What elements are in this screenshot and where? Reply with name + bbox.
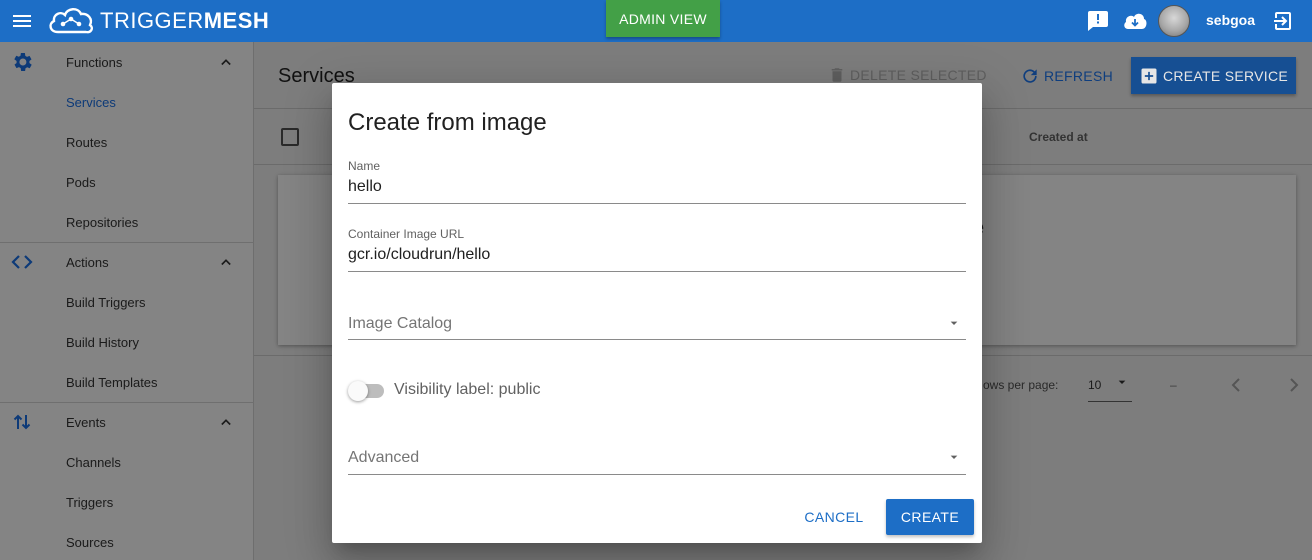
sidebar-item-build-history[interactable]: Build History (0, 322, 254, 362)
cloud-download-icon[interactable] (1122, 9, 1148, 33)
create-service-label: CREATE SERVICE (1162, 67, 1289, 84)
pagination-range: – (1170, 378, 1177, 392)
logo-text-bold: MESH (203, 8, 270, 33)
cloud-logo-icon (49, 8, 94, 34)
chevron-up-icon[interactable] (216, 412, 236, 432)
swap-vert-icon (13, 414, 31, 430)
code-icon (11, 255, 33, 269)
admin-view-button[interactable]: ADMIN VIEW (606, 0, 720, 37)
visibility-toggle[interactable] (348, 379, 386, 403)
gear-icon (14, 53, 32, 71)
rows-per-page-select[interactable]: 10 (1088, 372, 1132, 402)
logo-text: TRIGGERMESH (100, 8, 269, 34)
caret-down-icon (950, 321, 958, 325)
add-box-icon (1141, 68, 1157, 83)
advanced-select[interactable]: Advanced (348, 440, 966, 475)
trash-icon (831, 68, 843, 82)
sidebar-item-triggers[interactable]: Triggers (0, 482, 254, 522)
image-catalog-placeholder: Image Catalog (348, 315, 453, 332)
app-bar: TRIGGERMESH ADMIN VIEW sebgoa (0, 0, 1312, 42)
delete-selected-button[interactable]: DELETE SELECTED (828, 66, 987, 84)
toggle-thumb (348, 381, 368, 401)
app-logo[interactable]: TRIGGERMESH (46, 4, 269, 38)
menu-icon[interactable] (10, 9, 34, 33)
sidebar-item-label: Build Templates (66, 374, 158, 390)
sidebar-section-label: Functions (66, 54, 123, 70)
feedback-icon[interactable] (1086, 9, 1110, 33)
rows-per-page-value: 10 (1088, 378, 1102, 392)
sidebar-item-label: Build Triggers (66, 294, 146, 310)
name-field-label: Name (348, 159, 381, 173)
create-from-image-dialog: Create from image Name hello Container I… (332, 83, 982, 543)
sidebar-section-label: Actions (66, 254, 109, 270)
avatar[interactable] (1158, 5, 1190, 37)
sidebar-item-label: Triggers (66, 494, 114, 510)
select-all-checkbox[interactable] (281, 128, 299, 146)
caret-down-icon (950, 455, 958, 459)
sidebar-section-functions[interactable]: Functions (0, 42, 254, 82)
dialog-title: Create from image (348, 109, 547, 136)
sidebar-item-label: Routes (66, 134, 108, 150)
chevron-right-icon[interactable] (1282, 373, 1306, 397)
chevron-left-icon[interactable] (1224, 373, 1248, 397)
cancel-button[interactable]: CANCEL (798, 499, 870, 535)
sidebar-item-label: Repositories (66, 214, 139, 230)
sidebar-item-sources[interactable]: Sources (0, 522, 254, 560)
sidebar-section-events[interactable]: Events (0, 402, 254, 442)
container-image-url-field[interactable]: Container Image URL gcr.io/cloudrun/hell… (348, 227, 966, 272)
chevron-up-icon[interactable] (216, 252, 236, 272)
refresh-icon (1023, 69, 1037, 83)
advanced-underline (348, 474, 966, 475)
refresh-label: REFRESH (1044, 68, 1113, 84)
username: sebgoa (1206, 12, 1256, 28)
sidebar-section-label: Events (66, 414, 106, 430)
image-catalog-underline (348, 339, 966, 340)
image-url-field-value[interactable]: gcr.io/cloudrun/hello (348, 246, 490, 264)
sidebar-item-label: Channels (66, 454, 121, 470)
logo-text-light: TRIGGER (100, 8, 204, 33)
name-field-underline (348, 203, 966, 204)
sidebar-item-routes[interactable]: Routes (0, 122, 254, 162)
visibility-label: Visibility label: public (394, 381, 541, 398)
image-url-field-underline (348, 271, 966, 272)
sidebar-item-label: Pods (66, 174, 96, 190)
sidebar: Functions Services Routes Pods Repositor… (0, 42, 254, 560)
name-field-value[interactable]: hello (348, 178, 382, 196)
refresh-button[interactable]: REFRESH (1020, 66, 1113, 86)
sidebar-item-label: Services (66, 94, 116, 110)
sidebar-section-actions[interactable]: Actions (0, 242, 254, 282)
delete-selected-label: DELETE SELECTED (850, 67, 987, 83)
chevron-up-icon[interactable] (216, 52, 236, 72)
sidebar-item-services[interactable]: Services (0, 82, 254, 122)
image-catalog-select[interactable]: Image Catalog (348, 305, 966, 340)
caret-down-icon (1118, 380, 1126, 384)
sidebar-item-build-templates[interactable]: Build Templates (0, 362, 254, 402)
sidebar-item-channels[interactable]: Channels (0, 442, 254, 482)
exit-icon[interactable] (1272, 9, 1296, 33)
name-field[interactable]: Name hello (348, 159, 966, 204)
sidebar-item-pods[interactable]: Pods (0, 162, 254, 202)
create-service-button[interactable]: CREATE SERVICE (1131, 57, 1296, 94)
create-button[interactable]: CREATE (886, 499, 974, 535)
image-url-field-label: Container Image URL (348, 227, 465, 241)
sidebar-item-repositories[interactable]: Repositories (0, 202, 254, 242)
sidebar-item-label: Build History (66, 334, 139, 350)
column-created-at[interactable]: Created at (1029, 130, 1088, 144)
sidebar-item-label: Sources (66, 534, 114, 550)
sidebar-item-build-triggers[interactable]: Build Triggers (0, 282, 254, 322)
rows-per-page-label: ows per page: (983, 378, 1059, 392)
advanced-placeholder: Advanced (348, 449, 420, 466)
